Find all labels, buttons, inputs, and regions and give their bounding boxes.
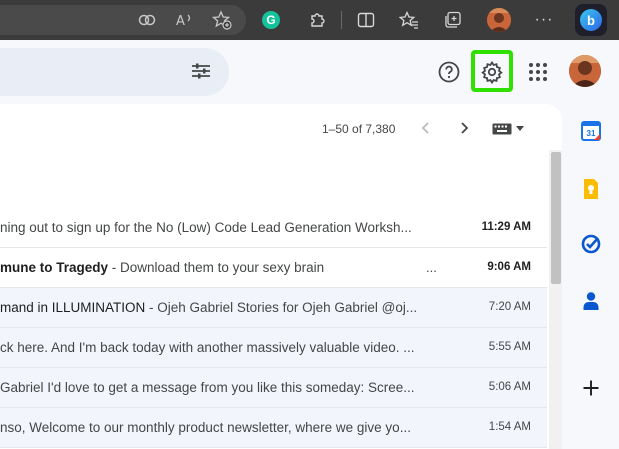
svg-text:A: A <box>176 14 185 28</box>
scrollbar-thumb[interactable] <box>551 152 561 284</box>
pagination-count: 1–50 of 7,380 <box>322 122 396 136</box>
email-time: 5:55 AM <box>488 341 531 353</box>
chevron-down-icon <box>516 126 524 131</box>
search-options-icon[interactable] <box>189 59 213 83</box>
apps-icon[interactable] <box>526 60 550 84</box>
read-aloud-icon[interactable]: A <box>173 8 197 32</box>
email-time: 1:54 AM <box>488 421 531 433</box>
grammarly-icon[interactable]: G <box>259 8 283 32</box>
email-trailing-ellipsis: ... <box>426 260 437 275</box>
split-screen-icon[interactable] <box>354 8 378 32</box>
browser-toolbar: A G ··· b <box>0 0 619 40</box>
older-page-button[interactable] <box>454 118 474 138</box>
toolbar-divider <box>341 11 342 29</box>
grammarly-letter: G <box>262 11 280 29</box>
help-icon[interactable] <box>437 60 461 84</box>
email-row-3[interactable]: mand in ILLUMINATION - Ojeh Gabriel Stor… <box>0 288 547 328</box>
email-snippet: - Ojeh Gabriel Stories for Ojeh Gabriel … <box>145 300 418 315</box>
calendar-day: 31 <box>587 129 596 138</box>
email-time: 5:06 AM <box>488 381 531 393</box>
email-row-2[interactable]: mune to Tragedy - Download them to your … <box>0 248 547 288</box>
email-subject: mune to Tragedy <box>0 260 109 275</box>
email-time: 7:20 AM <box>488 301 531 313</box>
input-tools-button[interactable] <box>492 120 528 138</box>
keyboard-icon <box>492 123 512 135</box>
collections-icon[interactable] <box>441 8 465 32</box>
email-row-1[interactable]: ning out to sign up for the No (Low) Cod… <box>0 208 547 248</box>
email-snippet: - Download them to your sexy brain <box>108 260 325 275</box>
add-icon[interactable] <box>580 377 602 399</box>
avatar[interactable] <box>569 55 601 87</box>
extensions-icon[interactable] <box>305 8 329 32</box>
calendar-icon[interactable]: 31 <box>580 120 602 142</box>
more-icon[interactable]: ··· <box>532 8 556 32</box>
bing-copilot-icon[interactable]: b <box>575 4 607 36</box>
email-row-5[interactable]: Gabriel I'd love to get a message from y… <box>0 368 547 408</box>
email-time: 9:06 AM <box>487 261 531 273</box>
email-snippet: nso, Welcome to our monthly product news… <box>0 420 411 435</box>
email-time: 11:29 AM <box>481 221 531 233</box>
email-subject: mand in ILLUMINATION <box>0 300 146 315</box>
profile-icon[interactable] <box>487 8 511 32</box>
split-view-icon[interactable] <box>135 8 159 32</box>
tasks-icon[interactable] <box>580 233 602 255</box>
mail-list-panel: ning out to sign up for the No (Low) Cod… <box>0 104 562 449</box>
email-row-6[interactable]: nso, Welcome to our monthly product news… <box>0 408 547 448</box>
keep-icon[interactable] <box>580 178 602 200</box>
email-row-4[interactable]: ck here. And I'm back today with another… <box>0 328 547 368</box>
favorites-icon[interactable] <box>397 8 421 32</box>
contacts-icon[interactable] <box>580 290 602 312</box>
email-snippet: ning out to sign up for the No (Low) Cod… <box>0 220 412 235</box>
bing-letter: b <box>580 9 602 31</box>
email-snippet: Gabriel I'd love to get a message from y… <box>0 380 415 395</box>
favorite-add-icon[interactable] <box>210 8 234 32</box>
newer-page-button[interactable] <box>416 118 436 138</box>
settings-icon[interactable] <box>480 60 504 85</box>
email-snippet: ck here. And I'm back today with another… <box>0 340 415 355</box>
